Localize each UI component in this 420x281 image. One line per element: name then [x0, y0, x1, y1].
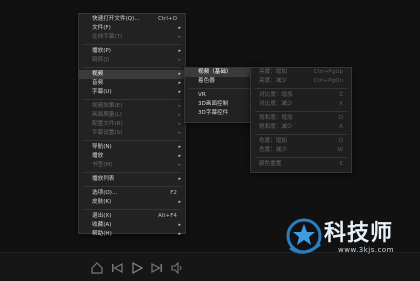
menu-item-video-basic[interactable]: 视频（基础）▸	[185, 68, 257, 77]
menu-item[interactable]: 跳转(J) ▸	[79, 56, 185, 65]
menu-item[interactable]: 色度：减少 W	[251, 146, 351, 155]
menu-separator	[83, 186, 181, 187]
menu-item[interactable]: 颜色重置 E	[251, 160, 351, 169]
menu-item[interactable]: 导航(N) ▸	[79, 143, 185, 152]
previous-icon[interactable]	[110, 261, 124, 275]
menu-item[interactable]: 亮度：增加 Ctrl+PgUp	[251, 68, 351, 77]
menu-item[interactable]: 亮度：减少 Ctrl+PgDn	[251, 77, 351, 86]
watermark-title: 科技师	[324, 221, 394, 246]
menu-separator	[83, 140, 181, 141]
menu-separator	[83, 99, 181, 100]
menu-separator	[83, 67, 181, 68]
menu-item[interactable]: 播放 ▸	[79, 152, 185, 161]
menu-separator	[255, 111, 347, 112]
menu-item[interactable]: 视频效果(E) ▸	[79, 102, 185, 111]
menu-item[interactable]: 帮助(H) ▸	[79, 230, 185, 239]
menu-item[interactable]: VR▸	[185, 91, 257, 100]
star-circle-logo-icon	[286, 218, 322, 254]
menu-item[interactable]: 对比度：增加 Z	[251, 91, 351, 100]
menu-item[interactable]: 快速打开文件(Q)... Ctrl+O	[79, 15, 185, 24]
menu-item[interactable]: 文件(F) ▸	[79, 24, 185, 33]
watermark-url: www.3kjs.com	[338, 246, 395, 254]
menu-item[interactable]: 音频 ▸	[79, 79, 185, 88]
menu-separator	[255, 88, 347, 89]
menu-item[interactable]: 3D画面控制▸	[185, 100, 257, 109]
menu-item[interactable]: 退出(X) Alt+F4	[79, 212, 185, 221]
menu-item[interactable]: 皮肤(K) ▸	[79, 198, 185, 207]
menu-separator	[83, 172, 181, 173]
next-icon[interactable]	[150, 261, 164, 275]
menu-separator	[255, 157, 347, 158]
menu-item[interactable]: 3D字幕控件▸	[185, 109, 257, 118]
menu-item[interactable]: 书签(M) ▸	[79, 161, 185, 170]
menu-separator	[255, 134, 347, 135]
menu-separator	[83, 44, 181, 45]
menu-item[interactable]: 饱和度：减少 A	[251, 123, 351, 132]
menu-item[interactable]: 字幕(U) ▸	[79, 88, 185, 97]
menu-item[interactable]: 播放(P) ▸	[79, 47, 185, 56]
menu-item[interactable]: 在线字幕(T) ▸	[79, 33, 185, 42]
home-icon[interactable]	[90, 261, 104, 275]
menu-item[interactable]: 收藏(A) ▸	[79, 221, 185, 230]
context-menu-main: 快速打开文件(Q)... Ctrl+O 文件(F) ▸ 在线字幕(T) ▸ 播放(P)…	[78, 13, 186, 237]
play-icon[interactable]	[130, 261, 144, 275]
volume-icon[interactable]	[170, 261, 184, 275]
menu-item[interactable]: 选项(O)... F2	[79, 189, 185, 198]
menu-separator	[83, 209, 181, 210]
menu-item-video[interactable]: 视频 ▸	[79, 70, 185, 79]
menu-item[interactable]: 着色器▸	[185, 77, 257, 86]
context-menu-video-basic: 亮度：增加 Ctrl+PgUp 亮度：减少 Ctrl+PgDn 对比度：增加 Z 对比…	[250, 67, 352, 173]
menu-separator	[189, 88, 253, 89]
menu-item[interactable]: 饱和度：增加 D	[251, 114, 351, 123]
menu-item[interactable]: 画面质量(L) ▸	[79, 111, 185, 120]
menu-item[interactable]: 色度：增加 Q	[251, 137, 351, 146]
menu-item[interactable]: 播放列表 ▸	[79, 175, 185, 184]
menu-item[interactable]: 字幕设置(S) ▸	[79, 129, 185, 138]
context-menu-video: 视频（基础）▸ 着色器▸ VR▸ 3D画面控制▸ 3D字幕控件▸	[184, 67, 258, 123]
menu-item[interactable]: 配置文件(R) ▸	[79, 120, 185, 129]
menu-item[interactable]: 对比度：减少 X	[251, 100, 351, 109]
